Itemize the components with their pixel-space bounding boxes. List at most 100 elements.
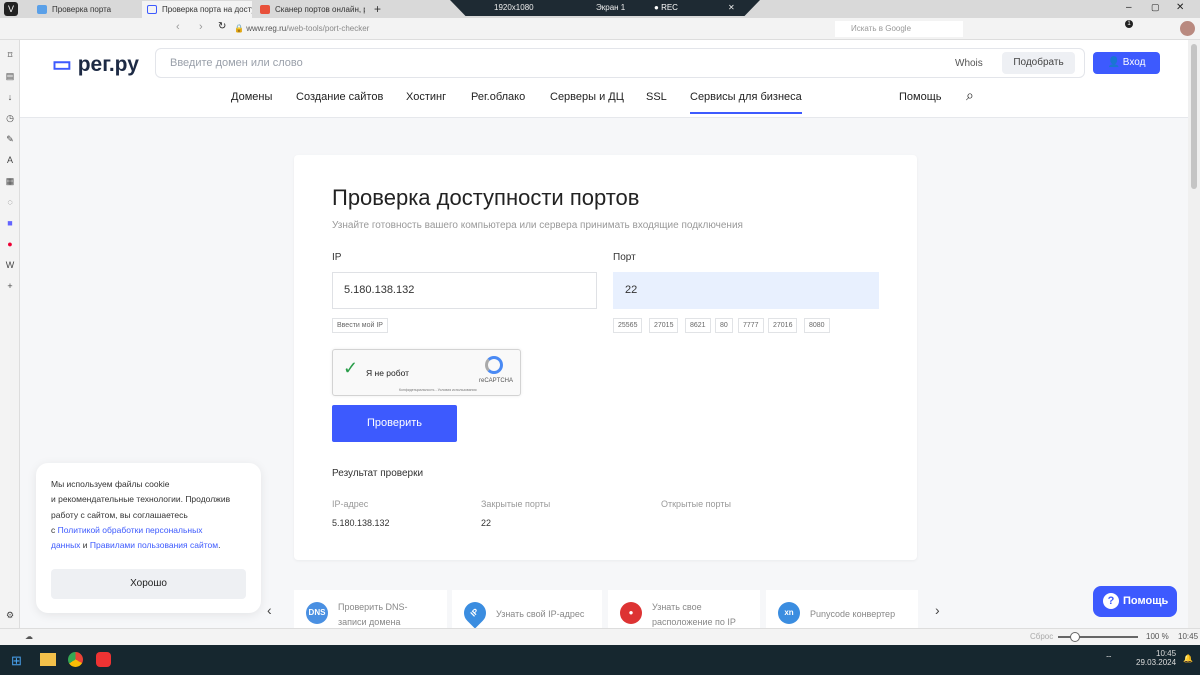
privacy-policy-link-cont[interactable]: данных (51, 540, 80, 550)
new-tab-button[interactable]: + (368, 1, 381, 18)
maximize-button[interactable]: ▢ (1151, 2, 1160, 13)
wikipedia-icon[interactable]: W (5, 260, 15, 270)
zoom-reset[interactable]: Сброс (1030, 629, 1053, 645)
history-icon[interactable]: ◷ (5, 113, 15, 123)
result-title: Результат проверки (332, 468, 424, 479)
nav-cloud[interactable]: Рег.облако (471, 91, 525, 103)
tool-label: Punycode конвертер (810, 609, 896, 619)
page-subtitle: Узнайте готовность вашего компьютера или… (332, 220, 743, 231)
vivaldi-icon[interactable]: ● (5, 239, 15, 249)
notification-icon[interactable]: 🔔 (1183, 654, 1193, 663)
login-label: Вход (1122, 57, 1146, 68)
calendar-icon[interactable]: ▦ (5, 176, 15, 186)
port-chip[interactable]: 27016 (768, 318, 798, 333)
cookie-ok-button[interactable]: Хорошо (51, 569, 246, 599)
page-title: Проверка доступности портов (332, 185, 640, 210)
wifi-icon[interactable]: ⌔ (1105, 654, 1113, 664)
whois-link[interactable]: Whois (955, 58, 983, 69)
tool-card-dns[interactable]: DNS Проверить DNS-записи домена (294, 590, 447, 628)
check-button[interactable]: Проверить (332, 405, 457, 442)
tab-title: Проверка порта (52, 5, 112, 14)
tool-card-my-ip[interactable]: IP Узнать свой IP-адрес (452, 590, 602, 628)
status-clock: 10:45 (1178, 632, 1199, 641)
nav-hosting[interactable]: Хостинг (406, 91, 446, 103)
closed-ports-label: Закрытые порты (481, 499, 551, 509)
google-search-field[interactable]: Искать в Google (835, 21, 963, 37)
closed-ports-value: 22 (481, 518, 492, 528)
downloads-icon[interactable]: ↓ (5, 92, 15, 102)
notes-icon[interactable]: ✎ (5, 134, 15, 144)
mastodon-icon[interactable]: ■ (5, 218, 15, 228)
close-window-button[interactable]: ✕ (1176, 2, 1184, 13)
nav-servers[interactable]: Серверы и ДЦ (550, 91, 624, 103)
tool-card-punycode[interactable]: xn Punycode конвертер (766, 590, 918, 628)
captcha-terms[interactable]: Конфиденциальность - Условия использован… (399, 388, 476, 392)
ip-input[interactable]: 5.180.138.132 (332, 272, 597, 309)
nav-site-builder[interactable]: Создание сайтов (296, 91, 383, 103)
port-chip[interactable]: 7777 (738, 318, 764, 333)
tools-prev-arrow[interactable]: ‹ (267, 602, 272, 618)
vivaldi-taskbar-icon[interactable] (96, 652, 111, 667)
port-chip[interactable]: 8621 (685, 318, 711, 333)
vivaldi-menu-icon[interactable]: V (4, 2, 18, 16)
settings-icon[interactable]: ⚙ (5, 610, 15, 620)
result-ip-value: 5.180.138.132 (332, 518, 390, 528)
reading-list-icon[interactable]: ▤ (5, 71, 15, 81)
rec-button[interactable]: ● REC (654, 0, 678, 16)
recaptcha-widget[interactable]: ✓ Я не робот reCAPTCHA Конфиденциальност… (332, 349, 521, 396)
page-scrollbar[interactable] (1188, 40, 1200, 628)
nav-domains[interactable]: Домены (231, 91, 272, 103)
help-label: Помощь (1123, 595, 1169, 607)
forward-icon[interactable]: › (199, 21, 203, 33)
tab-reg-port-checker[interactable]: Проверка порта на доступ (142, 1, 252, 18)
chrome-icon[interactable] (68, 652, 83, 667)
port-label: Порт (613, 252, 636, 263)
profile-avatar[interactable] (1180, 21, 1195, 36)
recorder-close-icon[interactable]: ✕ (728, 0, 735, 16)
cookie-text: с (51, 524, 58, 535)
domain-search-input[interactable]: Введите домен или слово (155, 48, 1085, 78)
bookmarks-icon[interactable]: ⌑ (5, 50, 15, 60)
zoom-slider[interactable] (1058, 632, 1138, 642)
extension-badge[interactable]: 1 (1125, 20, 1133, 28)
taskbar-clock[interactable]: 10:45 29.03.2024 (1136, 649, 1176, 667)
sync-icon[interactable]: ☁ (25, 629, 33, 645)
port-chip[interactable]: 80 (715, 318, 733, 333)
reg-ru-logo[interactable]: ▭ рег.ру (52, 52, 139, 77)
port-chip[interactable]: 25565 (613, 318, 643, 333)
web-page: ▭ рег.ру Введите домен или слово Whois П… (20, 40, 1188, 628)
port-input[interactable]: 22 (613, 272, 879, 309)
windows-taskbar: ⊞ ⌔ 10:45 29.03.2024 🔔 (0, 645, 1200, 675)
nav-help[interactable]: Помощь (899, 91, 942, 103)
tool-label: Узнать свой IP-адрес (496, 609, 585, 619)
zoom-level: 100 % (1146, 632, 1169, 641)
privacy-policy-link[interactable]: Политикой обработки персональных (58, 525, 203, 535)
tool-card-geo[interactable]: ● Узнать свое расположение по IP (608, 590, 760, 628)
search-icon[interactable]: ⌕ (966, 87, 974, 104)
chat-icon[interactable]: ◌ (5, 197, 15, 207)
terms-link[interactable]: Правилами пользования сайтом (90, 540, 218, 550)
back-icon[interactable]: ‹ (176, 21, 180, 33)
port-chip[interactable]: 27015 (649, 318, 679, 333)
minimize-button[interactable]: – (1126, 2, 1132, 13)
cookie-text: . (218, 540, 221, 551)
file-explorer-icon[interactable] (40, 653, 56, 666)
translate-icon[interactable]: A (5, 155, 15, 165)
enter-my-ip-button[interactable]: Ввести мой IP (332, 318, 388, 333)
pick-domain-button[interactable]: Подобрать (1002, 52, 1075, 74)
login-button[interactable]: 👤 Вход (1093, 52, 1160, 74)
open-ports-label: Открытые порты (661, 499, 731, 509)
help-button[interactable]: ? Помощь (1093, 586, 1177, 617)
nav-ssl[interactable]: SSL (646, 91, 667, 103)
add-panel-icon[interactable]: + (5, 281, 15, 291)
status-bar: ☁ Сброс 100 % 10:45 (0, 628, 1200, 645)
nav-business-services[interactable]: Сервисы для бизнеса (690, 91, 802, 114)
cookie-text: работу с сайтом, вы соглашаетесь (51, 509, 188, 520)
url-field[interactable]: 🔒 www.reg.ru/web-tools/port-checker (234, 21, 774, 37)
windows-start-icon[interactable]: ⊞ (11, 653, 22, 669)
tools-next-arrow[interactable]: › (935, 602, 940, 618)
port-chip[interactable]: 8080 (804, 318, 830, 333)
tab-port-check[interactable]: Проверка порта (32, 1, 138, 18)
tab-port-scanner[interactable]: Сканер портов онлайн, ро (255, 1, 365, 18)
reload-icon[interactable]: ↻ (218, 21, 226, 32)
